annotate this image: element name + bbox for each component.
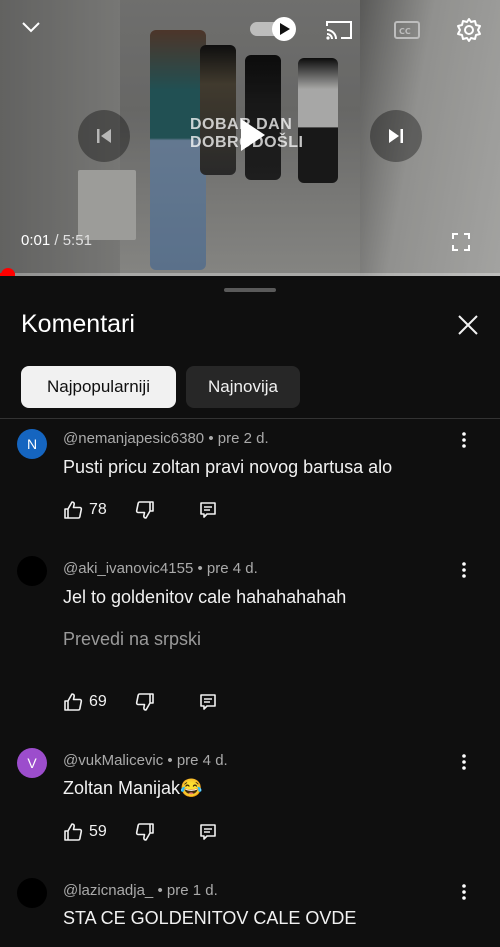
duration: 5:51 bbox=[62, 232, 92, 249]
like-count: 59 bbox=[89, 823, 107, 840]
time-separator: / bbox=[50, 232, 63, 249]
video-player[interactable]: DOBAR DAN DOBRODOŠLI CC bbox=[0, 0, 500, 276]
dislike-button[interactable] bbox=[135, 692, 155, 712]
autoplay-toggle-icon bbox=[250, 17, 296, 41]
more-vert-icon bbox=[462, 432, 466, 448]
comment-author[interactable]: @nemanjapesic6380 bbox=[63, 430, 204, 447]
comment-author[interactable]: @lazicnadja_ bbox=[63, 882, 153, 899]
cast-icon bbox=[326, 21, 352, 40]
comment-author[interactable]: @vukMalicevic bbox=[63, 752, 163, 769]
close-icon bbox=[458, 315, 478, 335]
like-button[interactable]: 59 bbox=[63, 822, 107, 842]
comment-menu-button[interactable] bbox=[462, 432, 474, 452]
reply-icon bbox=[199, 824, 216, 840]
thumb-down-icon bbox=[135, 823, 154, 841]
more-vert-icon bbox=[462, 754, 466, 770]
next-button[interactable] bbox=[370, 110, 422, 162]
like-count: 69 bbox=[89, 693, 107, 710]
sheet-title: Komentari bbox=[21, 310, 135, 338]
svg-text:CC: CC bbox=[399, 27, 411, 36]
dislike-button[interactable] bbox=[135, 500, 155, 520]
avatar[interactable]: N bbox=[17, 429, 47, 459]
cast-button[interactable] bbox=[323, 16, 355, 44]
comment-text: Zoltan Manijak😂 bbox=[63, 778, 203, 798]
scrubber-handle[interactable] bbox=[1, 268, 15, 276]
thumb-up-icon bbox=[64, 823, 83, 841]
comment-text: Pusti pricu zoltan pravi novog bartusa a… bbox=[63, 457, 393, 477]
comment-time: • pre 4 d. bbox=[193, 560, 258, 577]
autoplay-toggle[interactable] bbox=[250, 16, 298, 42]
next-icon bbox=[389, 129, 403, 143]
comment-meta: @vukMalicevic • pre 4 d. bbox=[63, 752, 228, 769]
chip-newest[interactable]: Najnovija bbox=[186, 366, 300, 408]
collapse-button[interactable] bbox=[16, 12, 46, 42]
reply-icon bbox=[199, 694, 216, 710]
time-display: 0:01 / 5:51 bbox=[21, 232, 92, 249]
comment-actions: 69 bbox=[63, 690, 217, 714]
comment-actions: 78 bbox=[63, 498, 217, 522]
comment-text: STA CE GOLDENITOV CALE OVDE bbox=[63, 908, 357, 928]
captions-button[interactable]: CC bbox=[392, 16, 422, 44]
comments-sheet: Komentari Najpopularniji Najnovija N @ne… bbox=[0, 276, 500, 947]
thumb-up-icon bbox=[64, 693, 83, 711]
comment-time: • pre 1 d. bbox=[153, 882, 218, 899]
comment-time: • pre 2 d. bbox=[204, 430, 269, 447]
fullscreen-button[interactable] bbox=[449, 230, 473, 254]
like-button[interactable]: 69 bbox=[63, 692, 107, 712]
comment-author[interactable]: @aki_ivanovic4155 bbox=[63, 560, 193, 577]
fullscreen-icon bbox=[452, 233, 470, 251]
comment-menu-button[interactable] bbox=[462, 884, 474, 904]
drag-handle[interactable] bbox=[224, 288, 276, 292]
avatar[interactable]: V bbox=[17, 748, 47, 778]
chip-top-comments[interactable]: Najpopularniji bbox=[21, 366, 176, 408]
comment-text: Jel to goldenitov cale hahahahahah bbox=[63, 587, 347, 607]
avatar[interactable] bbox=[17, 556, 47, 586]
avatar[interactable] bbox=[17, 878, 47, 908]
like-count: 78 bbox=[89, 501, 107, 518]
like-button[interactable]: 78 bbox=[63, 500, 107, 520]
comment-actions: 59 bbox=[63, 820, 217, 844]
comment-meta: @lazicnadja_ • pre 1 d. bbox=[63, 882, 218, 899]
translate-link[interactable]: Prevedi na srpski bbox=[63, 629, 201, 650]
previous-button[interactable] bbox=[78, 110, 130, 162]
more-vert-icon bbox=[462, 562, 466, 578]
comment-menu-button[interactable] bbox=[462, 754, 474, 774]
settings-gear-icon bbox=[457, 18, 481, 42]
captions-icon: CC bbox=[394, 21, 420, 39]
reply-icon bbox=[199, 502, 216, 518]
play-icon bbox=[241, 119, 265, 151]
thumb-down-icon bbox=[135, 501, 154, 519]
thumb-up-icon bbox=[64, 501, 83, 519]
comment-meta: @nemanjapesic6380 • pre 2 d. bbox=[63, 430, 269, 447]
reply-button[interactable] bbox=[199, 693, 217, 711]
dislike-button[interactable] bbox=[135, 822, 155, 842]
reply-button[interactable] bbox=[199, 501, 217, 519]
settings-button[interactable] bbox=[453, 14, 485, 46]
current-time: 0:01 bbox=[21, 232, 51, 249]
reply-button[interactable] bbox=[199, 823, 217, 841]
comment-menu-button[interactable] bbox=[462, 562, 474, 582]
close-button[interactable] bbox=[455, 312, 481, 338]
play-button[interactable] bbox=[222, 105, 282, 165]
divider bbox=[0, 418, 500, 419]
previous-icon bbox=[97, 129, 111, 143]
comment-time: • pre 4 d. bbox=[163, 752, 228, 769]
comment-meta: @aki_ivanovic4155 • pre 4 d. bbox=[63, 560, 258, 577]
chevron-down-icon bbox=[22, 22, 40, 33]
more-vert-icon bbox=[462, 884, 466, 900]
thumb-down-icon bbox=[135, 693, 154, 711]
